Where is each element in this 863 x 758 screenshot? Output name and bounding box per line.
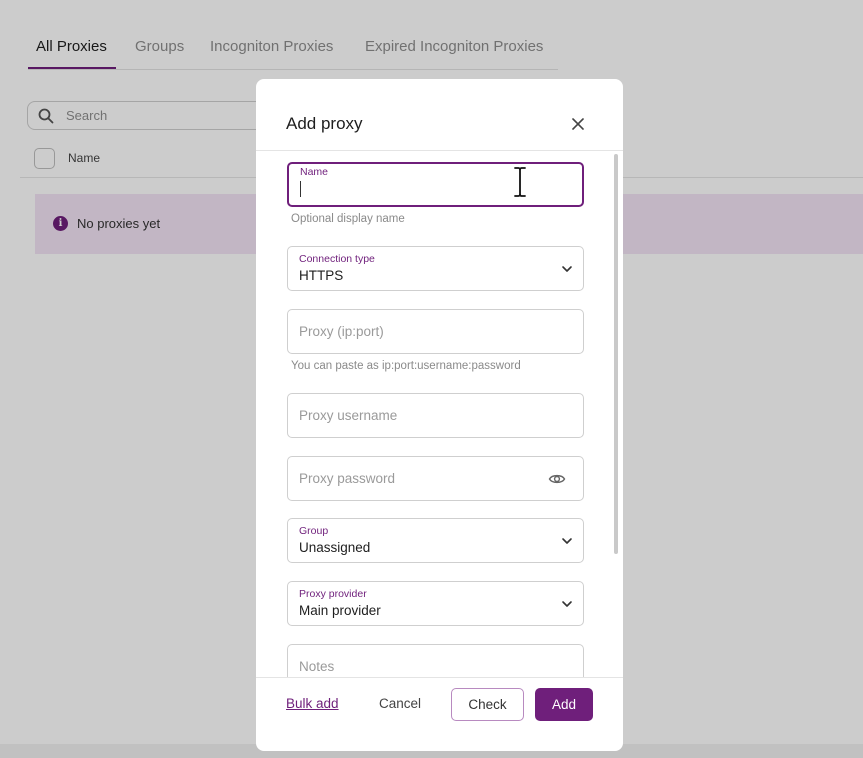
proxy-username-placeholder: Proxy username (299, 408, 398, 423)
chevron-down-icon (562, 266, 572, 272)
chevron-down-icon (562, 601, 572, 607)
proxy-provider-value: Main provider (299, 603, 381, 618)
name-label: Name (300, 166, 329, 178)
proxy-provider-select[interactable]: Proxy provider Main provider (287, 581, 584, 626)
text-caret (300, 181, 301, 197)
chevron-down-icon (562, 538, 572, 544)
connection-type-value: HTTPS (299, 268, 344, 283)
proxy-address-helper-text: You can paste as ip:port:username:passwo… (291, 360, 521, 372)
group-select[interactable]: Group Unassigned (287, 518, 584, 563)
proxy-address-placeholder: Proxy (ip:port) (299, 324, 384, 339)
check-button[interactable]: Check (451, 688, 524, 721)
close-icon[interactable] (570, 116, 586, 132)
proxy-provider-label: Proxy provider (299, 588, 367, 600)
dialog-title: Add proxy (286, 114, 363, 133)
text-cursor-icon (513, 166, 527, 198)
proxy-address-field[interactable]: Proxy (ip:port) (287, 309, 584, 354)
notes-field[interactable]: Notes (287, 644, 584, 677)
proxy-password-placeholder: Proxy password (299, 471, 396, 486)
group-value: Unassigned (299, 540, 371, 555)
bulk-add-link[interactable]: Bulk add (286, 696, 339, 711)
add-proxy-dialog: Add proxy Name Optional display name Con… (256, 79, 623, 751)
cancel-button[interactable]: Cancel (379, 696, 421, 711)
dialog-footer: Bulk add Cancel Check Add (256, 678, 623, 751)
dialog-scrollbar[interactable] (614, 154, 618, 554)
connection-type-select[interactable]: Connection type HTTPS (287, 246, 584, 291)
group-label: Group (299, 525, 329, 537)
connection-type-label: Connection type (299, 253, 375, 265)
add-button[interactable]: Add (535, 688, 593, 721)
proxy-username-field[interactable]: Proxy username (287, 393, 584, 438)
dialog-body: Name Optional display name Connection ty… (256, 151, 623, 677)
eye-icon[interactable] (548, 471, 566, 487)
notes-placeholder: Notes (299, 659, 335, 674)
name-helper-text: Optional display name (291, 213, 405, 225)
proxy-password-field[interactable]: Proxy password (287, 456, 584, 501)
name-field[interactable]: Name (287, 162, 584, 207)
